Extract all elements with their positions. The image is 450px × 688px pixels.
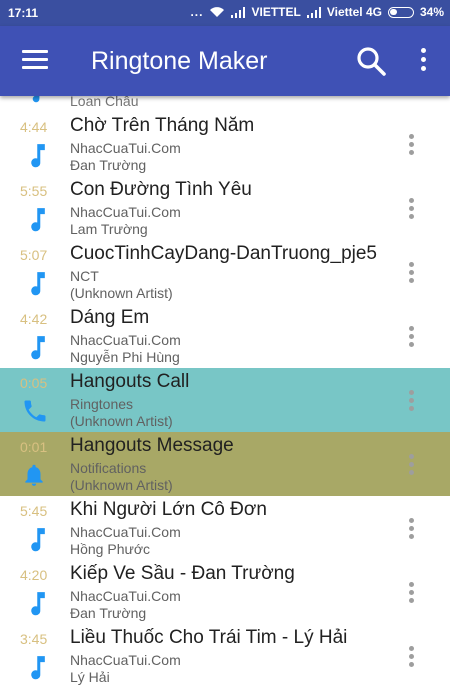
search-icon[interactable]: [355, 45, 387, 77]
bell-icon: [21, 461, 49, 491]
item-duration: 3:45: [20, 631, 48, 647]
app-bar: Ringtone Maker: [0, 26, 450, 96]
item-more-icon[interactable]: [406, 646, 416, 670]
item-artist: Đan Trường: [70, 157, 147, 173]
partial-list-item[interactable]: Loan Châu: [0, 96, 450, 112]
item-more-icon[interactable]: [406, 198, 416, 222]
item-album: NhacCuaTui.Com: [70, 204, 181, 220]
item-artist: Loan Châu: [70, 96, 139, 109]
music-note-icon: [21, 525, 49, 555]
item-duration: 0:01: [20, 439, 48, 455]
music-note-icon: [21, 333, 49, 363]
item-title: Chờ Trên Tháng Năm: [70, 115, 255, 136]
item-more-icon[interactable]: [406, 134, 416, 158]
item-more-icon[interactable]: [406, 262, 416, 286]
item-more-icon[interactable]: [406, 326, 416, 350]
item-duration: 4:44: [20, 119, 48, 135]
list-item[interactable]: 0:05 Hangouts Call Ringtones (Unknown Artis…: [0, 368, 450, 432]
notification-dots: ...: [190, 5, 204, 19]
item-more-icon[interactable]: [406, 582, 416, 606]
item-artist: Đan Trường: [70, 605, 147, 621]
battery-percent: 34%: [419, 5, 444, 19]
item-duration: 4:20: [20, 567, 48, 583]
item-album: NhacCuaTui.Com: [70, 524, 181, 540]
wifi-icon: [210, 7, 225, 17]
list-item[interactable]: 5:45 Khi Người Lớn Cô Đơn NhacCuaTui.Com Hồ…: [0, 496, 450, 560]
music-note-icon: [21, 589, 49, 619]
list-item[interactable]: 5:55 Con Đường Tình Yêu NhacCuaTui.Com Lam …: [0, 176, 450, 240]
item-title: Khi Người Lớn Cô Đơn: [70, 499, 267, 520]
item-artist: Hồng Phước: [70, 541, 151, 557]
list-item[interactable]: 4:20 Kiếp Ve Sầu - Đan Trường NhacCuaTui.C…: [0, 560, 450, 624]
item-duration: 4:42: [20, 311, 48, 327]
status-time: 17:11: [8, 6, 39, 20]
status-right: ... VIETTEL Viettel 4G 34%: [190, 5, 444, 19]
item-title: Dáng Em: [70, 307, 150, 328]
item-album: NhacCuaTui.Com: [70, 332, 181, 348]
signal-icon-2: [306, 6, 321, 18]
item-duration: 5:45: [20, 503, 48, 519]
signal-icon: [231, 6, 246, 18]
music-note-icon: [21, 205, 49, 235]
item-artist: (Unknown Artist): [70, 477, 173, 493]
item-more-icon[interactable]: [406, 390, 416, 414]
hamburger-menu-icon[interactable]: [22, 50, 48, 72]
item-more-icon[interactable]: [406, 518, 416, 542]
list-item[interactable]: 3:45 Liều Thuốc Cho Trái Tim - Lý Hải Nhac…: [0, 624, 450, 688]
music-note-icon: [32, 96, 40, 103]
item-artist: Nguyễn Phi Hùng: [70, 349, 180, 365]
item-duration: 0:05: [20, 375, 48, 391]
item-album: Ringtones: [70, 396, 134, 412]
app-title: Ringtone Maker: [91, 47, 268, 75]
item-album: NCT: [70, 268, 99, 284]
item-title: Kiếp Ve Sầu - Đan Trường: [70, 563, 295, 584]
item-album: NhacCuaTui.Com: [70, 588, 181, 604]
list-item[interactable]: 0:01 Hangouts Message Notifications (Unknow…: [0, 432, 450, 496]
music-note-icon: [21, 653, 49, 683]
music-note-icon: [21, 141, 49, 171]
item-title: CuocTinhCayDang-DanTruong_pje5: [70, 243, 377, 264]
battery-icon: [387, 6, 414, 18]
item-title: Con Đường Tình Yêu: [70, 179, 252, 200]
item-title: Hangouts Call: [70, 371, 190, 392]
list-item[interactable]: 4:42 Dáng Em NhacCuaTui.Com Nguyễn Phi Hùng: [0, 304, 450, 368]
item-title: Hangouts Message: [70, 435, 234, 456]
item-album: Notifications: [70, 460, 147, 476]
item-title: Liều Thuốc Cho Trái Tim - Lý Hải: [70, 627, 348, 648]
item-artist: (Unknown Artist): [70, 285, 173, 301]
status-bar: 17:11 ... VIETTEL Viettel 4G 34%: [0, 0, 450, 26]
item-duration: 5:55: [20, 183, 48, 199]
list-item[interactable]: 4:44 Chờ Trên Tháng Năm NhacCuaTui.Com Đan …: [0, 112, 450, 176]
carrier-label-2: Viettel 4G: [326, 5, 382, 19]
ringtone-list[interactable]: Loan Châu 4:44 Chờ Trên Tháng Năm NhacCuaT…: [0, 96, 450, 688]
item-album: NhacCuaTui.Com: [70, 140, 181, 156]
item-album: NhacCuaTui.Com: [70, 652, 181, 668]
more-vert-icon[interactable]: [416, 48, 430, 76]
item-duration: 5:07: [20, 247, 48, 263]
carrier-label-1: VIETTEL: [251, 5, 301, 19]
music-note-icon: [21, 269, 49, 299]
item-artist: Lam Trường: [70, 221, 148, 237]
phone-icon: [21, 397, 49, 427]
list-item[interactable]: 5:07 CuocTinhCayDang-DanTruong_pje5 NCT (Un…: [0, 240, 450, 304]
item-more-icon[interactable]: [406, 454, 416, 478]
item-artist: Lý Hải: [70, 669, 110, 685]
item-artist: (Unknown Artist): [70, 413, 173, 429]
